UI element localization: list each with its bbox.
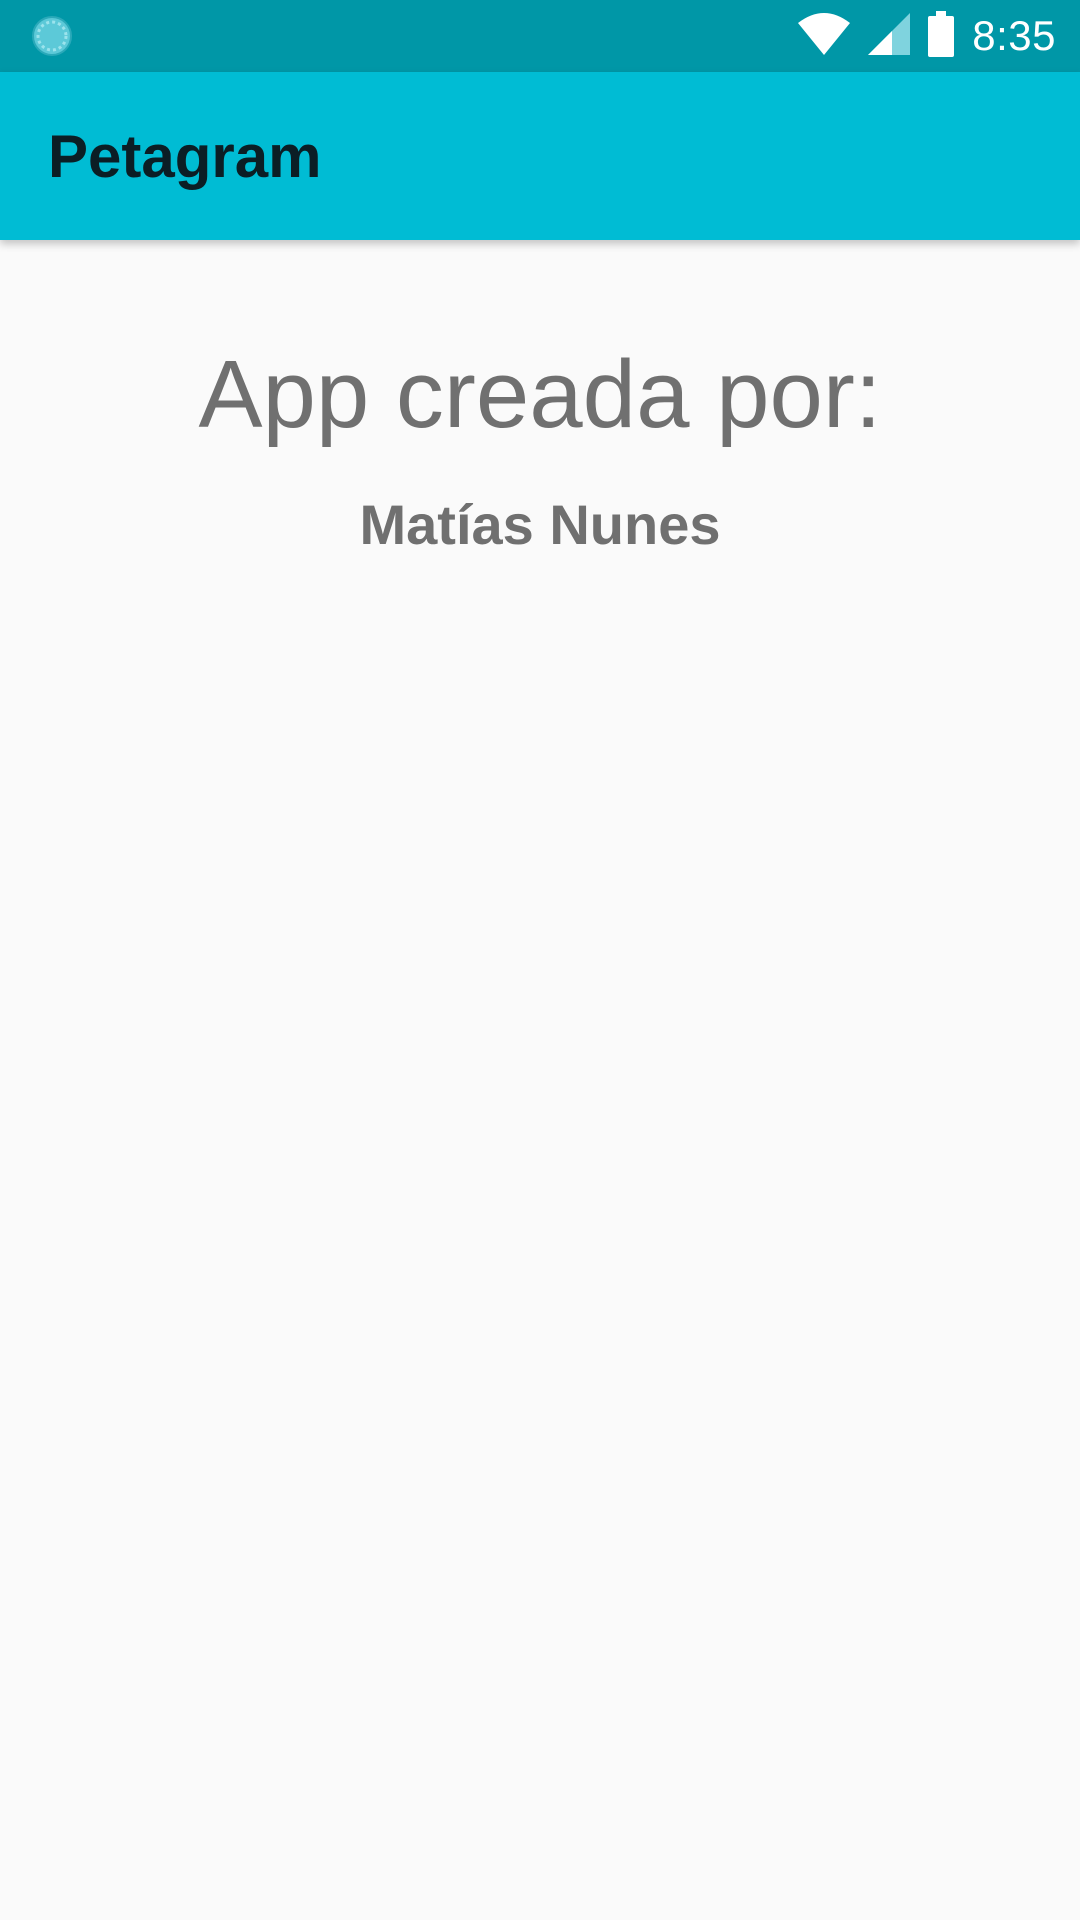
app-title: Petagram (48, 123, 322, 190)
main-content: App creada por: Matías Nunes (0, 240, 1080, 1920)
signal-icon (868, 12, 911, 60)
app-bar: Petagram (0, 72, 1080, 240)
sync-icon (30, 14, 74, 58)
status-bar: 8:35 (0, 0, 1080, 72)
status-time: 8:35 (972, 12, 1056, 59)
wifi-icon (798, 12, 851, 60)
credit-heading: App creada por: (198, 341, 882, 448)
status-indicators: 8:35 (798, 0, 1056, 72)
battery-icon (928, 10, 955, 62)
author-name: Matías Nunes (359, 493, 721, 556)
screen: 8:35 Petagram App creada por: Matías Nun… (0, 0, 1080, 1920)
